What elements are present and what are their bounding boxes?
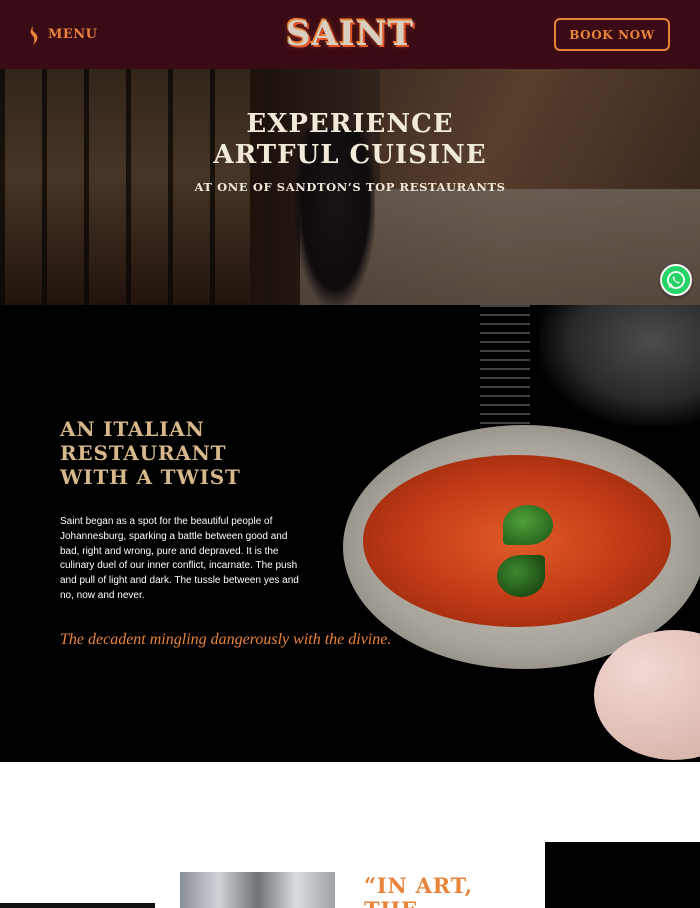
art-quote: “IN ART, THE: [364, 874, 544, 908]
menu-button[interactable]: MENU: [28, 20, 98, 48]
logo-text: SAINT: [285, 14, 415, 54]
falling-salt-image: [480, 305, 530, 435]
chef-sleeve-image: [540, 305, 700, 425]
basil-leaf-image: [503, 505, 553, 545]
saint-logo[interactable]: SAINT: [285, 6, 415, 62]
intro-quote: The decadent mingling dangerously with t…: [60, 631, 392, 648]
hero-title-line1: EXPERIENCE: [246, 109, 454, 139]
intro-heading-line2: RESTAURANT: [60, 441, 227, 465]
hero-title-line2: ARTFUL CUISINE: [213, 140, 487, 170]
book-now-button[interactable]: BOOK NOW: [554, 18, 670, 51]
dark-image-block: [545, 842, 700, 908]
hero-subtitle: AT ONE OF SANDTON’S TOP RESTAURANTS: [194, 180, 506, 194]
art-quote-section: “IN ART, THE: [0, 762, 700, 908]
interior-photo: [180, 872, 335, 908]
intro-heading-line1: AN ITALIAN: [60, 417, 205, 441]
whatsapp-button[interactable]: [660, 264, 692, 296]
hero-section: EXPERIENCE ARTFUL CUISINE AT ONE OF SAND…: [0, 69, 700, 305]
hero-title: EXPERIENCE ARTFUL CUISINE: [0, 109, 700, 171]
menu-label: MENU: [48, 26, 98, 42]
basil-leaf-image: [497, 555, 545, 597]
whatsapp-icon: [667, 271, 685, 289]
dark-image-block: [0, 903, 155, 908]
intro-body: Saint began as a spot for the beautiful …: [60, 516, 299, 601]
intro-heading-line3: WITH A TWIST: [60, 465, 241, 489]
flame-s-icon: [30, 23, 38, 45]
intro-heading: AN ITALIAN RESTAURANT WITH A TWIST: [60, 417, 320, 489]
art-quote-line1: “IN ART,: [364, 873, 473, 898]
art-quote-line2: THE: [364, 898, 544, 908]
intro-section: AN ITALIAN RESTAURANT WITH A TWIST Saint…: [0, 305, 700, 762]
book-now-label: BOOK NOW: [569, 27, 655, 42]
site-header: MENU SAINT BOOK NOW: [0, 0, 700, 69]
